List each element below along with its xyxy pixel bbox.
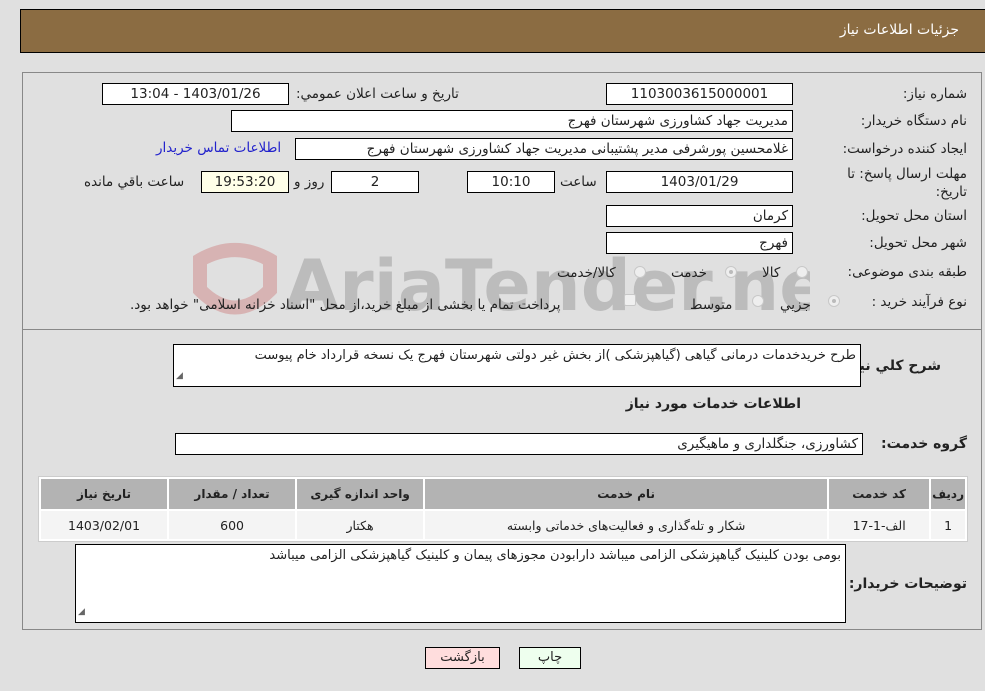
process-option-minor: جزیي: [780, 297, 811, 313]
remaining-time-field: 19:53:20: [201, 171, 289, 193]
services-table: ردیف کد خدمت نام خدمت واحد اندازه گیری ت…: [38, 476, 968, 542]
cell-code: الف-1-17: [829, 511, 930, 539]
category-radio-goods-service[interactable]: [634, 266, 646, 278]
description-text: طرح خریدخدمات درمانی گیاهی (گیاهپزشکی )ا…: [254, 348, 856, 363]
process-radio-minor[interactable]: [828, 295, 840, 307]
category-label: طبقه بندی موضوعی:: [847, 264, 967, 280]
print-button[interactable]: چاپ: [519, 647, 581, 669]
page-title: جزئیات اطلاعات نیاز: [839, 22, 959, 38]
province-field: کرمان: [606, 205, 793, 227]
buyer-notes-textarea[interactable]: بومی بودن کلینیک گیاهپزشکی الزامی میباشد…: [75, 544, 846, 623]
creator-label: ایجاد کننده درخواست:: [842, 141, 967, 157]
need-number-label: شماره نیاز:: [902, 86, 967, 102]
buyer-contact-link[interactable]: اطلاعات تماس خریدار: [156, 140, 281, 156]
announce-label: تاریخ و ساعت اعلان عمومي:: [296, 86, 459, 102]
treasury-checkbox[interactable]: [624, 294, 636, 306]
col-code-header: کد خدمت: [829, 479, 930, 509]
back-button[interactable]: بازگشت: [425, 647, 500, 669]
col-qty-header: تعداد / مقدار: [169, 479, 296, 509]
remaining-days-field: 2: [331, 171, 419, 193]
description-textarea[interactable]: طرح خریدخدمات درمانی گیاهی (گیاهپزشکی )ا…: [173, 344, 861, 387]
col-row-header: ردیف: [931, 479, 965, 509]
category-option-goods: کالا: [762, 265, 781, 281]
process-label: نوع فرآیند خرید :: [871, 294, 967, 310]
cell-unit: هکتار: [297, 511, 424, 539]
buyer-notes-text: بومی بودن کلینیک گیاهپزشکی الزامی میباشد…: [269, 548, 841, 563]
days-label: روز و: [294, 174, 325, 190]
buyer-notes-label: توضیحات خریدار:: [848, 576, 967, 592]
col-name-header: نام خدمت: [425, 479, 828, 509]
col-unit-header: واحد اندازه گیری: [297, 479, 424, 509]
city-label: شهر محل تحویل:: [869, 235, 967, 251]
cell-qty: 600: [169, 511, 296, 539]
cell-row: 1: [931, 511, 965, 539]
category-option-goods-service: کالا/خدمت: [557, 265, 616, 281]
buyer-org-label: نام دستگاه خریدار:: [860, 113, 967, 129]
cell-date: 1403/02/01: [41, 511, 168, 539]
col-date-header: تاریخ نیاز: [41, 479, 168, 509]
table-header-row: ردیف کد خدمت نام خدمت واحد اندازه گیری ت…: [41, 479, 965, 509]
city-field: فهرج: [606, 232, 793, 254]
process-option-medium: متوسط: [690, 297, 733, 313]
resize-handle-icon[interactable]: ◢: [176, 368, 183, 385]
category-radio-service[interactable]: [725, 266, 737, 278]
service-group-field: کشاورزی، جنگلداری و ماهیگیری: [175, 433, 863, 455]
deadline-time-label: ساعت: [560, 174, 597, 190]
deadline-time-field: 10:10: [467, 171, 555, 193]
process-radio-medium[interactable]: [752, 295, 764, 307]
remaining-label: ساعت باقي مانده: [84, 174, 185, 190]
table-row: 1 الف-1-17 شکار و تله‌گذاری و فعالیت‌های…: [41, 511, 965, 539]
cell-name: شکار و تله‌گذاری و فعالیت‌های خدماتی واب…: [425, 511, 828, 539]
resize-handle-icon[interactable]: ◢: [78, 604, 85, 621]
category-radio-goods[interactable]: [796, 266, 808, 278]
buyer-org-field: مدیریت جهاد کشاورزی شهرستان فهرج: [231, 110, 793, 132]
service-group-label: گروه خدمت:: [881, 436, 967, 452]
deadline-label: مهلت ارسال پاسخ: تا تاریخ:: [847, 166, 967, 200]
need-number-field: 1103003615000001: [606, 83, 793, 105]
services-section-title: اطلاعات خدمات مورد نیاز: [625, 396, 801, 412]
creator-field: غلامحسین پورشرفی مدیر پشتیبانی مدیریت جه…: [295, 138, 793, 160]
province-label: استان محل تحویل:: [861, 208, 967, 224]
treasury-note: پرداخت تمام یا بخشی از مبلغ خرید،از محل …: [130, 297, 561, 313]
category-option-service: خدمت: [671, 265, 707, 281]
deadline-date-field: 1403/01/29: [606, 171, 793, 193]
announce-field: 1403/01/26 - 13:04: [102, 83, 289, 105]
page-header: جزئیات اطلاعات نیاز: [20, 9, 985, 53]
